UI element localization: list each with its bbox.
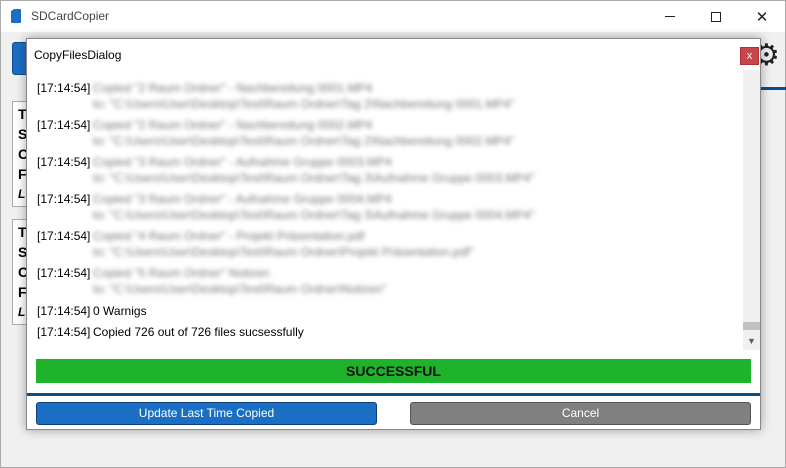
log-timestamp: [17:14:54] — [37, 118, 91, 132]
log-scrollbar[interactable]: ▼ — [743, 70, 760, 350]
dialog-title: CopyFilesDialog — [34, 48, 122, 62]
background-separator — [761, 87, 786, 90]
log-message: Copied "2 Raum Ordner" - Nachbereitung 0… — [93, 81, 373, 95]
log-message: Copied "2 Raum Ordner" - Nachbereitung 0… — [93, 118, 373, 132]
log-entry: [17:14:54] 0 Warnigs — [37, 303, 737, 319]
close-icon: ✕ — [755, 8, 769, 26]
title-bar: SDCardCopier ✕ — [1, 1, 785, 32]
log-timestamp: [17:14:54] — [37, 192, 91, 206]
window-title: SDCardCopier — [31, 9, 110, 23]
dialog-close-button[interactable]: x — [740, 47, 759, 65]
log-timestamp: [17:14:54] — [37, 155, 91, 169]
scroll-down-icon[interactable]: ▼ — [743, 332, 760, 350]
log-entry: [17:14:54] Copied 726 out of 726 files su… — [37, 324, 737, 340]
update-last-time-copied-button[interactable]: Update Last Time Copied — [36, 402, 377, 425]
copy-files-dialog: CopyFilesDialog x [17:14:54] Copied "2 Ra… — [26, 38, 761, 430]
log-message: Copied "3 Raum Ordner" - Aufnahme Gruppe… — [93, 192, 392, 206]
log-detail: to: "C:\Users\User\Desktop\Test\Raum Ord… — [93, 171, 535, 185]
log-detail: to: "C:\Users\User\Desktop\Test\Raum Ord… — [93, 282, 387, 296]
log-detail: to: "C:\Users\User\Desktop\Test\Raum Ord… — [93, 208, 535, 222]
log-entry: [17:14:54] Copied "3 Raum Ordner" - Aufna… — [37, 191, 737, 223]
log-detail: to: "C:\Users\User\Desktop\Test\Raum Ord… — [93, 134, 515, 148]
log-list[interactable]: [17:14:54] Copied "2 Raum Ordner" - Nachb… — [28, 70, 761, 350]
dialog-separator — [27, 393, 760, 396]
log-entry: [17:14:54] Copied "2 Raum Ordner" - Nachb… — [37, 80, 737, 112]
cancel-button[interactable]: Cancel — [410, 402, 751, 425]
log-timestamp: [17:14:54] — [37, 229, 91, 243]
scroll-thumb[interactable] — [743, 322, 760, 330]
log-message: Copied "4 Raum Ordner" - Projekt Präsent… — [93, 229, 365, 243]
log-detail: to: "C:\Users\User\Desktop\Test\Raum Ord… — [93, 245, 474, 259]
log-timestamp: [17:14:54] — [37, 304, 91, 318]
maximize-icon — [711, 11, 721, 22]
maximize-button[interactable] — [693, 1, 739, 32]
minimize-button[interactable] — [647, 1, 693, 32]
log-timestamp: [17:14:54] — [37, 325, 91, 339]
log-timestamp: [17:14:54] — [37, 266, 91, 280]
log-timestamp: [17:14:54] — [37, 81, 91, 95]
log-message: Copied "5 Raum Ordner" Notizen — [93, 266, 270, 280]
log-entry: [17:14:54] Copied "5 Raum Ordner" Notizen… — [37, 265, 737, 297]
log-entry: [17:14:54] Copied "3 Raum Ordner" - Aufna… — [37, 154, 737, 186]
sd-card-icon — [11, 9, 21, 23]
log-entry: [17:14:54] Copied "4 Raum Ordner" - Proje… — [37, 228, 737, 260]
log-message: Copied "3 Raum Ordner" - Aufnahme Gruppe… — [93, 155, 392, 169]
log-message: Copied 726 out of 726 files sucsessfully — [93, 325, 304, 339]
log-message: 0 Warnigs — [93, 304, 147, 318]
minimize-icon — [665, 16, 675, 17]
log-entry: [17:14:54] Copied "2 Raum Ordner" - Nachb… — [37, 117, 737, 149]
close-window-button[interactable]: ✕ — [739, 1, 785, 32]
status-bar: SUCCESSFUL — [36, 359, 751, 383]
log-detail: to: "C:\Users\User\Desktop\Test\Raum Ord… — [93, 97, 515, 111]
